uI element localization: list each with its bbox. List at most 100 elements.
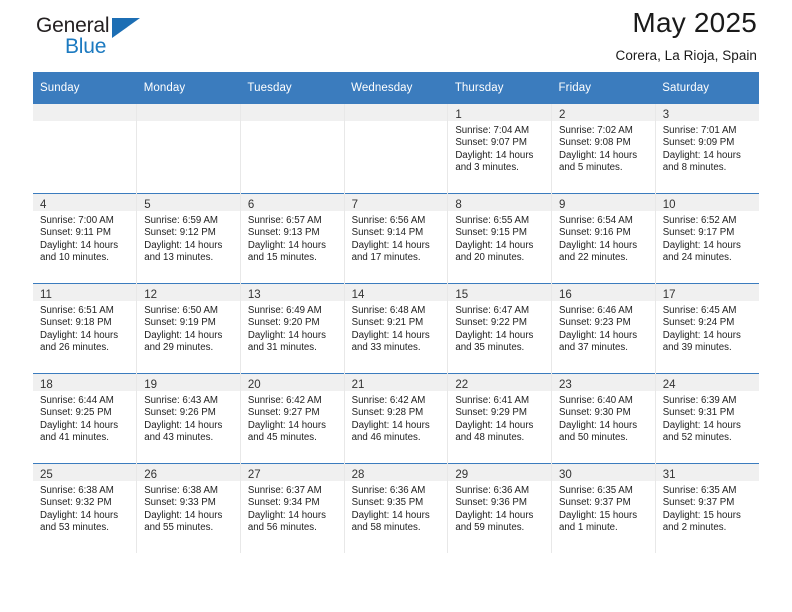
- sunrise-time: Sunrise: 6:38 AM: [144, 485, 218, 496]
- day-detail-block: Sunrise: 6:50 AM Sunset: 9:19 PM Daylight:…: [137, 301, 240, 354]
- sunrise-time: Sunrise: 6:42 AM: [247, 395, 322, 406]
- daylight-duration-line1: Daylight: 14 hours: [662, 419, 741, 431]
- daylight-duration-line1: Daylight: 14 hours: [455, 329, 534, 341]
- sunset-time: Sunset: 9:25 PM: [40, 407, 112, 419]
- sunrise-time: Sunrise: 6:40 AM: [559, 395, 633, 406]
- calendar-day-cell[interactable]: 23 Sunrise: 6:40 AM Sunset: 9:30 PM Dayligh…: [551, 373, 656, 464]
- calendar-day-cell[interactable]: 22 Sunrise: 6:41 AM Sunset: 9:29 PM Dayligh…: [447, 373, 553, 464]
- calendar-day-cell[interactable]: 19 Sunrise: 6:43 AM Sunset: 9:26 PM Dayligh…: [136, 373, 241, 464]
- daylight-duration-line2: and 13 minutes.: [144, 251, 214, 263]
- day-detail-block: Sunrise: 6:36 AM Sunset: 9:36 PM Daylight:…: [448, 481, 551, 534]
- calendar-day-cell[interactable]: 15 Sunrise: 6:47 AM Sunset: 9:22 PM Dayligh…: [447, 283, 553, 374]
- location-subtitle: Corera, La Rioja, Spain: [615, 47, 757, 63]
- calendar-day-cell[interactable]: 25 Sunrise: 6:38 AM Sunset: 9:32 PM Dayligh…: [33, 463, 138, 553]
- day-detail-block: Sunrise: 6:52 AM Sunset: 9:17 PM Daylight:…: [656, 211, 759, 264]
- sunset-time: Sunset: 9:14 PM: [351, 227, 424, 239]
- sunset-time: Sunset: 9:07 PM: [455, 137, 527, 149]
- daylight-duration-line1: Daylight: 14 hours: [40, 329, 119, 341]
- sunset-time: Sunset: 9:30 PM: [559, 407, 631, 419]
- sunrise-time: Sunrise: 7:04 AM: [455, 125, 530, 136]
- sunset-time: Sunset: 9:12 PM: [144, 227, 216, 239]
- calendar-day-cell[interactable]: 14 Sunrise: 6:48 AM Sunset: 9:21 PM Dayligh…: [344, 283, 449, 374]
- calendar-day-cell[interactable]: 26 Sunrise: 6:38 AM Sunset: 9:33 PM Dayligh…: [136, 463, 241, 553]
- daylight-duration-line2: and 45 minutes.: [247, 431, 317, 443]
- weekday-header-sunday: Sunday: [33, 72, 137, 104]
- day-number-band: 13: [240, 284, 344, 301]
- triangle-icon: [112, 18, 140, 38]
- daylight-duration-line1: Daylight: 14 hours: [662, 149, 741, 161]
- day-number: 4: [40, 199, 47, 211]
- day-number: 12: [144, 289, 157, 301]
- calendar-day-cell[interactable]: 6 Sunrise: 6:57 AM Sunset: 9:13 PM Daylight…: [240, 193, 345, 284]
- day-detail-block: Sunrise: 6:39 AM Sunset: 9:31 PM Daylight:…: [656, 391, 759, 444]
- day-number: 21: [351, 379, 365, 391]
- sunrise-time: Sunrise: 6:37 AM: [247, 485, 322, 496]
- day-number: 6: [247, 199, 255, 211]
- sunrise-time: Sunrise: 6:43 AM: [144, 395, 218, 406]
- calendar-page: General Blue May 2025 Corera, La Rioja, …: [0, 0, 792, 612]
- daylight-duration-line2: and 2 minutes.: [662, 521, 727, 533]
- logo-text-general: General: [36, 14, 110, 37]
- sunrise-time: Sunrise: 6:50 AM: [144, 305, 218, 316]
- sunset-time: Sunset: 9:32 PM: [40, 497, 112, 509]
- day-number: 19: [144, 379, 157, 391]
- calendar-day-cell[interactable]: 17 Sunrise: 6:45 AM Sunset: 9:24 PM Dayligh…: [655, 283, 759, 374]
- sunset-time: Sunset: 9:34 PM: [247, 497, 320, 509]
- sunset-time: Sunset: 9:16 PM: [559, 227, 631, 239]
- calendar-day-cell[interactable]: 31 Sunrise: 6:35 AM Sunset: 9:37 PM Dayligh…: [655, 463, 759, 553]
- daylight-duration-line2: and 33 minutes.: [351, 341, 421, 353]
- calendar-cell-empty: [344, 104, 449, 194]
- day-detail-block: Sunrise: 6:36 AM Sunset: 9:35 PM Daylight:…: [345, 481, 448, 534]
- day-detail-block: Sunrise: 6:54 AM Sunset: 9:16 PM Daylight:…: [552, 211, 655, 264]
- daylight-duration-line1: Daylight: 14 hours: [351, 239, 430, 251]
- calendar-day-cell[interactable]: 5 Sunrise: 6:59 AM Sunset: 9:12 PM Daylight…: [136, 193, 241, 284]
- day-number: 27: [247, 469, 261, 481]
- calendar-day-cell[interactable]: 20 Sunrise: 6:42 AM Sunset: 9:27 PM Dayligh…: [240, 373, 345, 464]
- calendar-day-cell[interactable]: 2 Sunrise: 7:02 AM Sunset: 9:08 PM Daylight…: [551, 104, 656, 194]
- day-number-band: 7: [344, 194, 448, 211]
- calendar-day-cell[interactable]: 30 Sunrise: 6:35 AM Sunset: 9:37 PM Dayligh…: [551, 463, 656, 553]
- calendar-day-cell[interactable]: 3 Sunrise: 7:01 AM Sunset: 9:09 PM Daylight…: [655, 104, 759, 194]
- day-number-band: 26: [137, 464, 240, 481]
- day-number-band: 14: [344, 284, 448, 301]
- calendar-day-cell[interactable]: 1 Sunrise: 7:04 AM Sunset: 9:07 PM Daylight…: [447, 104, 553, 194]
- daylight-duration-line1: Daylight: 14 hours: [351, 329, 430, 341]
- sunrise-time: Sunrise: 7:00 AM: [40, 215, 114, 226]
- day-detail-block: Sunrise: 6:42 AM Sunset: 9:28 PM Daylight:…: [345, 391, 448, 444]
- sunrise-time: Sunrise: 6:51 AM: [40, 305, 114, 316]
- title-block: May 2025 Corera, La Rioja, Spain: [616, 0, 759, 63]
- calendar-day-cell[interactable]: 27 Sunrise: 6:37 AM Sunset: 9:34 PM Dayligh…: [240, 463, 345, 553]
- sunrise-time: Sunrise: 6:47 AM: [455, 305, 530, 316]
- sunrise-time: Sunrise: 6:39 AM: [662, 395, 737, 406]
- sunrise-time: Sunrise: 6:49 AM: [247, 305, 322, 316]
- day-detail-block: Sunrise: 6:38 AM Sunset: 9:32 PM Daylight:…: [33, 481, 136, 534]
- calendar-day-cell[interactable]: 7 Sunrise: 6:56 AM Sunset: 9:14 PM Daylight…: [344, 193, 449, 284]
- daylight-duration-line2: and 41 minutes.: [40, 431, 109, 443]
- daylight-duration-line1: Daylight: 14 hours: [662, 329, 741, 341]
- day-number-band: 5: [137, 194, 240, 211]
- day-number-band: 12: [137, 284, 240, 301]
- sunset-time: Sunset: 9:31 PM: [662, 407, 735, 419]
- sunset-time: Sunset: 9:35 PM: [351, 497, 424, 509]
- calendar-day-cell[interactable]: 10 Sunrise: 6:52 AM Sunset: 9:17 PM Dayligh…: [655, 193, 759, 284]
- day-number: 8: [455, 199, 462, 211]
- calendar-day-cell[interactable]: 24 Sunrise: 6:39 AM Sunset: 9:31 PM Dayligh…: [655, 373, 759, 464]
- calendar-day-cell[interactable]: 28 Sunrise: 6:36 AM Sunset: 9:35 PM Dayligh…: [344, 463, 449, 553]
- daylight-duration-line1: Daylight: 14 hours: [247, 329, 326, 341]
- day-number-band: 17: [655, 284, 759, 301]
- weekday-header-tuesday: Tuesday: [240, 72, 345, 104]
- calendar-body: 1 Sunrise: 7:04 AM Sunset: 9:07 PM Daylight…: [33, 104, 759, 553]
- calendar-day-cell[interactable]: 29 Sunrise: 6:36 AM Sunset: 9:36 PM Dayligh…: [447, 463, 553, 553]
- day-number-band: 31: [655, 464, 759, 481]
- calendar-day-cell[interactable]: 16 Sunrise: 6:46 AM Sunset: 9:23 PM Dayligh…: [551, 283, 656, 374]
- calendar-day-cell[interactable]: 18 Sunrise: 6:44 AM Sunset: 9:25 PM Dayligh…: [33, 373, 138, 464]
- calendar-day-cell[interactable]: 8 Sunrise: 6:55 AM Sunset: 9:15 PM Daylight…: [447, 193, 553, 284]
- calendar-week-row: 18 Sunrise: 6:44 AM Sunset: 9:25 PM Dayligh…: [33, 373, 759, 464]
- calendar-day-cell[interactable]: 9 Sunrise: 6:54 AM Sunset: 9:16 PM Daylight…: [551, 193, 656, 284]
- calendar-day-cell[interactable]: 12 Sunrise: 6:50 AM Sunset: 9:19 PM Dayligh…: [136, 283, 241, 374]
- calendar-day-cell[interactable]: 11 Sunrise: 6:51 AM Sunset: 9:18 PM Dayligh…: [33, 283, 138, 374]
- daylight-duration-line2: and 3 minutes.: [455, 161, 519, 173]
- calendar-day-cell[interactable]: 13 Sunrise: 6:49 AM Sunset: 9:20 PM Dayligh…: [240, 283, 345, 374]
- calendar-day-cell[interactable]: 4 Sunrise: 7:00 AM Sunset: 9:11 PM Daylight…: [33, 193, 138, 284]
- calendar-day-cell[interactable]: 21 Sunrise: 6:42 AM Sunset: 9:28 PM Dayligh…: [344, 373, 449, 464]
